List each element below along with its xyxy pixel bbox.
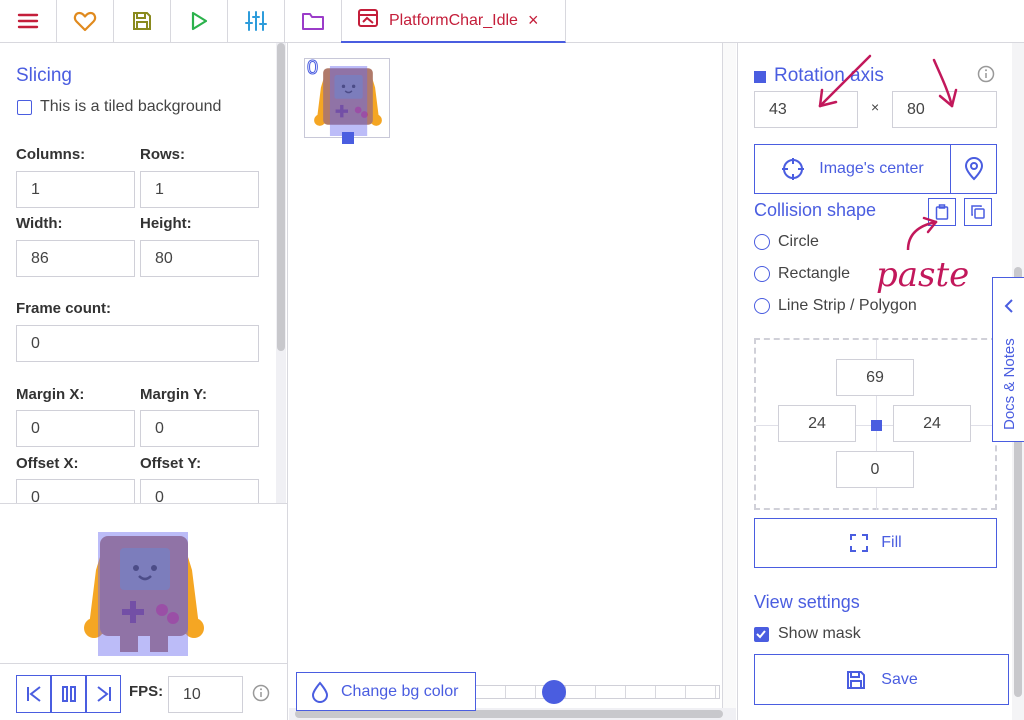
frame-index: 0	[306, 57, 319, 80]
skip-forward-icon	[96, 686, 111, 702]
option-rectangle-label: Rectangle	[778, 265, 851, 282]
close-icon[interactable]: ×	[528, 10, 539, 31]
tab-platformchar-idle[interactable]: PlatformChar_Idle ×	[341, 0, 566, 43]
info-icon[interactable]	[252, 684, 270, 702]
top-toolbar: PlatformChar_Idle ×	[0, 0, 1024, 43]
zoom-slider-knob[interactable]	[542, 680, 566, 704]
heart-icon	[73, 11, 97, 32]
height-input[interactable]: 80	[140, 240, 259, 277]
fill-button[interactable]: Fill	[754, 518, 997, 568]
slicing-panel: Slicing This is a tiled background Colum…	[0, 43, 288, 503]
rotation-axis-swatch	[754, 71, 766, 83]
favorite-button[interactable]	[57, 0, 114, 42]
save-label: Save	[881, 670, 918, 688]
check-icon	[756, 630, 766, 639]
menu-button[interactable]	[0, 0, 57, 42]
save-icon	[847, 670, 866, 689]
slicing-title: Slicing	[16, 65, 72, 86]
offset-y-input[interactable]: 0	[140, 479, 259, 503]
change-bg-color-button[interactable]: Change bg color	[296, 672, 476, 711]
skip-back-icon	[26, 686, 41, 702]
collision-right-input[interactable]: 24	[893, 405, 971, 442]
rows-input[interactable]: 1	[140, 171, 259, 208]
save-icon	[133, 12, 151, 30]
first-frame-button[interactable]	[16, 675, 51, 713]
texture-icon	[357, 8, 379, 33]
sliders-icon	[245, 11, 267, 31]
offset-y-label: Offset Y:	[140, 455, 202, 472]
sprite-canvas[interactable]: 0	[289, 43, 736, 720]
offset-x-label: Offset X:	[16, 455, 79, 472]
show-mask-checkbox[interactable]	[754, 627, 769, 642]
menu-icon	[17, 13, 39, 29]
frame-count-label: Frame count:	[16, 300, 112, 317]
tiled-background-label: This is a tiled background	[40, 98, 222, 115]
animation-player: FPS: 10	[0, 663, 288, 720]
slicing-scrollbar[interactable]	[276, 43, 286, 503]
frame-cell: 0	[304, 57, 390, 144]
collision-anchor	[871, 420, 882, 431]
fps-input[interactable]: 10	[168, 676, 243, 713]
columns-input[interactable]: 1	[16, 171, 135, 208]
collision-top-input[interactable]: 69	[836, 359, 914, 396]
columns-label: Columns:	[16, 146, 86, 163]
change-bg-color-label: Change bg color	[341, 682, 459, 700]
frame-count-input[interactable]: 0	[16, 325, 259, 362]
last-frame-button[interactable]	[86, 675, 121, 713]
rotation-axis-marker[interactable]	[342, 132, 354, 144]
width-label: Width:	[16, 215, 63, 232]
option-polygon-label: Line Strip / Polygon	[778, 297, 917, 314]
chevron-left-icon	[1004, 299, 1013, 313]
zoom-slider[interactable]	[476, 680, 720, 704]
margin-x-input[interactable]: 0	[16, 410, 135, 447]
sprite-preview-image	[84, 532, 204, 656]
pause-icon	[61, 686, 76, 702]
tiled-background-checkbox[interactable]	[17, 100, 32, 115]
tab-label: PlatformChar_Idle	[389, 11, 518, 29]
view-settings-title: View settings	[754, 592, 860, 612]
animation-preview	[0, 503, 288, 663]
droplet-icon	[311, 680, 329, 703]
collision-left-input[interactable]: 24	[778, 405, 856, 442]
settings-button[interactable]	[228, 0, 285, 42]
margin-y-label: Margin Y:	[140, 386, 207, 403]
radio-polygon[interactable]	[754, 298, 770, 314]
radio-circle[interactable]	[754, 234, 770, 250]
margin-x-label: Margin X:	[16, 386, 85, 403]
rows-label: Rows:	[140, 146, 185, 163]
fps-label: FPS:	[129, 683, 164, 700]
width-input[interactable]: 86	[16, 240, 135, 277]
offset-x-input[interactable]: 0	[16, 479, 135, 503]
run-button[interactable]	[171, 0, 228, 42]
folder-icon	[302, 13, 324, 30]
docs-notes-label: Docs & Notes	[1001, 338, 1018, 430]
radio-rectangle[interactable]	[754, 266, 770, 282]
play-icon	[191, 11, 208, 31]
pause-button[interactable]	[51, 675, 86, 713]
annotation-arrows	[818, 54, 958, 250]
save-project-button[interactable]	[114, 0, 171, 42]
collision-bottom-input[interactable]: 0	[836, 451, 914, 488]
margin-y-input[interactable]: 0	[140, 410, 259, 447]
save-button[interactable]: Save	[754, 654, 1009, 705]
paste-annotation: paste	[876, 255, 970, 295]
fill-label: Fill	[881, 534, 902, 551]
canvas-scrollbar-vertical[interactable]	[722, 43, 736, 708]
sprite-frame-image	[314, 66, 382, 136]
show-mask-label: Show mask	[778, 625, 861, 642]
fullscreen-icon	[850, 534, 869, 552]
assets-button[interactable]	[285, 0, 342, 42]
height-label: Height:	[140, 215, 192, 232]
